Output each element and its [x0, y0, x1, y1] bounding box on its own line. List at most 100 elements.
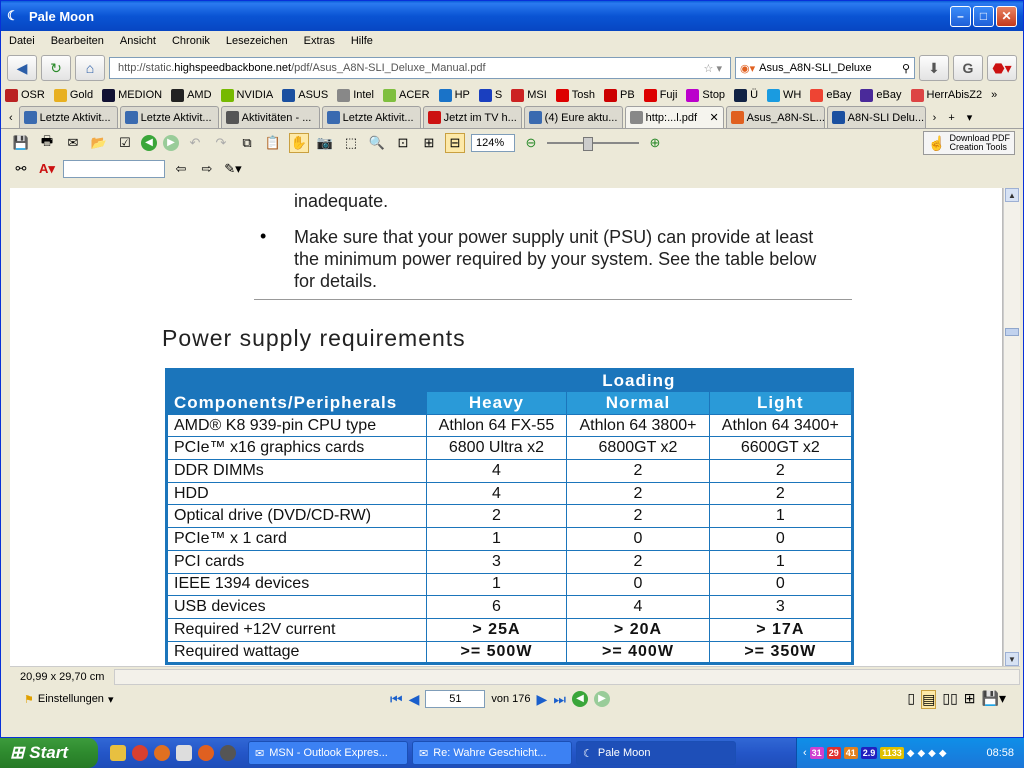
vertical-scrollbar[interactable]: ▲ ▼ — [1003, 188, 1020, 666]
tray-security-icon[interactable]: ◆ — [928, 748, 936, 759]
search-icon[interactable]: ⚲ — [902, 62, 910, 75]
browser-tab[interactable]: Jetzt im TV h... — [422, 106, 522, 128]
bookmarks-overflow-icon[interactable]: » — [991, 89, 997, 101]
tab-scroll-right-icon[interactable]: › — [928, 112, 942, 128]
fit-page-icon[interactable]: ⊡ — [393, 133, 413, 153]
copy-icon[interactable]: ⧉ — [237, 133, 257, 153]
bookmark-item[interactable]: MSI — [511, 88, 547, 102]
fit-width-icon[interactable]: ⊞ — [419, 133, 439, 153]
forward-view-icon[interactable]: ▶ — [593, 691, 610, 707]
tab-scroll-left-icon[interactable]: ‹ — [5, 112, 17, 128]
zoom-tool-icon[interactable]: 🔍 — [367, 133, 387, 153]
bookmark-item[interactable]: Ü — [734, 88, 758, 102]
print-icon[interactable]: 🖶 — [37, 133, 57, 153]
explorer-icon[interactable] — [110, 745, 126, 761]
bookmark-item[interactable]: S — [478, 88, 502, 102]
tray-update-icon[interactable]: ◆ — [939, 748, 947, 759]
next-page-icon[interactable]: ▶ — [537, 691, 548, 708]
menu-hilfe[interactable]: Hilfe — [351, 35, 373, 47]
prev-view-icon[interactable]: ◀ — [141, 135, 157, 151]
back-view-icon[interactable]: ◀ — [571, 691, 588, 707]
start-button[interactable]: ⊞ Start — [0, 738, 98, 768]
palemoon-icon[interactable] — [220, 745, 236, 761]
grid-page-icon[interactable]: ⊞ — [964, 690, 976, 709]
search-bar[interactable]: ◉▾ Asus_A8N-SLI_Deluxe ⚲ — [735, 57, 915, 79]
tray-clock[interactable]: 08:58 — [986, 747, 1014, 759]
horizontal-scrollbar[interactable] — [114, 668, 1020, 685]
maximize-button[interactable]: □ — [973, 5, 994, 27]
browser-tab[interactable]: (4) Eure aktu... — [523, 106, 623, 128]
bookmark-item[interactable]: eBay — [860, 88, 902, 102]
continuous-page-icon[interactable]: ▤ — [921, 689, 937, 709]
browser-tab[interactable]: http:...l.pdf ✕ — [624, 106, 724, 128]
media-icon[interactable] — [176, 745, 192, 761]
undo-icon[interactable]: ↶ — [185, 133, 205, 153]
menu-bearbeiten[interactable]: Bearbeiten — [51, 35, 104, 47]
facing-page-icon[interactable]: ▯▯ — [942, 690, 957, 709]
scroll-up-icon[interactable]: ▲ — [1005, 188, 1019, 202]
bookmark-item[interactable]: Intel — [337, 88, 374, 102]
single-page-icon[interactable]: ▯ — [907, 690, 915, 709]
find-prev-icon[interactable]: ⇦ — [171, 159, 191, 179]
ask-icon[interactable]: A▾ — [37, 159, 57, 179]
bookmark-item[interactable]: Tosh — [555, 88, 595, 102]
browser-tab[interactable]: Asus_A8N-SL... — [725, 106, 825, 128]
bookmark-item[interactable]: eBay — [810, 88, 851, 102]
paste-icon[interactable]: 📋 — [263, 133, 283, 153]
highlight-icon[interactable]: ✎▾ — [223, 159, 243, 179]
bookmark-item[interactable]: AMD — [171, 88, 212, 102]
tray-badge[interactable]: 41 — [843, 747, 858, 759]
download-pdf-button[interactable]: ☝ Download PDF Creation Tools — [923, 131, 1015, 155]
zoom-out-icon[interactable]: ⊖ — [521, 133, 541, 153]
prev-page-icon[interactable]: ◀ — [409, 691, 420, 708]
email-icon[interactable]: ✉ — [63, 133, 83, 153]
adblock-icon[interactable]: ⬣▾ — [987, 55, 1017, 81]
bookmark-item[interactable]: ASUS — [282, 88, 328, 102]
back-button[interactable]: ◀ — [7, 55, 37, 81]
chrome-icon[interactable] — [132, 745, 148, 761]
bookmark-star-icon[interactable]: ☆ ▾ — [704, 62, 722, 75]
zoom-field[interactable]: 124% — [471, 134, 515, 152]
bookmark-item[interactable]: NVIDIA — [220, 88, 273, 102]
tray-badge[interactable]: 31 — [809, 747, 824, 759]
tray-badge[interactable]: 29 — [826, 747, 841, 759]
tray-volume-icon[interactable]: ◆ — [917, 748, 925, 759]
save-icon[interactable]: 💾 — [11, 133, 31, 153]
task-reply[interactable]: ✉ Re: Wahre Geschicht... — [412, 741, 572, 765]
bookmark-item[interactable]: Gold — [53, 88, 93, 102]
search-engine-icon[interactable]: ◉▾ — [740, 62, 755, 75]
firefox-icon[interactable] — [154, 745, 170, 761]
find-next-icon[interactable]: ⇨ — [197, 159, 217, 179]
select-tool-icon[interactable]: ⬚ — [341, 133, 361, 153]
find-input[interactable] — [63, 160, 165, 178]
bookmark-item[interactable]: Stop — [686, 88, 725, 102]
next-view-icon[interactable]: ▶ — [163, 135, 179, 151]
first-page-icon[interactable]: ⏮ — [390, 691, 403, 708]
close-button[interactable]: ✕ — [996, 5, 1017, 27]
browser-tab[interactable]: Letzte Aktivit... — [321, 106, 421, 128]
download-icon[interactable]: ⬇ — [919, 55, 949, 81]
settings-chevron-down-icon[interactable]: ▾ — [108, 693, 114, 706]
page-number-input[interactable]: 51 — [425, 690, 486, 708]
tab-close-icon[interactable]: ✕ — [709, 111, 718, 124]
search-input[interactable]: Asus_A8N-SLI_Deluxe — [759, 62, 898, 74]
tray-network-icon[interactable]: ◆ — [907, 748, 915, 759]
bookmark-item[interactable]: OSR — [5, 88, 45, 102]
hand-tool-icon[interactable]: ✋ — [289, 133, 309, 153]
last-page-icon[interactable]: ⏭ — [553, 691, 566, 708]
bookmark-item[interactable]: MEDION — [102, 88, 162, 102]
reload-button[interactable]: ↻ — [41, 55, 71, 81]
browser-tab[interactable]: A8N-SLI Delu... — [826, 106, 926, 128]
checklist-icon[interactable]: ☑ — [115, 133, 135, 153]
tray-badge[interactable]: 2.9 — [860, 747, 878, 759]
task-palemoon[interactable]: ☾ Pale Moon — [576, 741, 736, 765]
camera-icon[interactable]: 📷 — [315, 133, 335, 153]
open-icon[interactable]: 📂 — [89, 133, 109, 153]
settings-menu[interactable]: Einstellungen — [38, 693, 104, 705]
tab-list-icon[interactable]: ▾ — [962, 111, 978, 128]
menu-ansicht[interactable]: Ansicht — [120, 35, 156, 47]
bookmark-item[interactable]: ACER — [383, 88, 430, 102]
browser-tab[interactable]: Letzte Aktivit... — [119, 106, 219, 128]
scroll-thumb[interactable] — [1005, 328, 1019, 336]
menu-lesezeichen[interactable]: Lesezeichen — [226, 35, 288, 47]
